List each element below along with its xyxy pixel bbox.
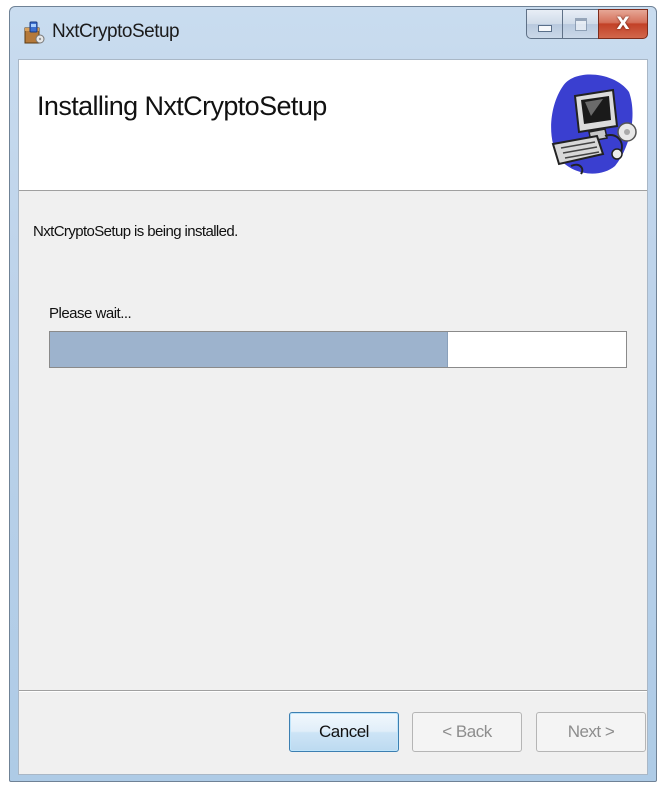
install-progress-bar [49, 331, 627, 368]
please-wait-label: Please wait... [49, 305, 132, 322]
minimize-icon [537, 24, 552, 32]
dialog-client-area: Installing NxtCryptoSetup NxtCryptoSetup… [18, 59, 648, 775]
maximize-icon [574, 17, 587, 31]
next-button[interactable]: Next > [536, 712, 646, 752]
caption-buttons: X [526, 9, 648, 39]
computer-setup-graphic [545, 66, 637, 178]
close-icon: X [616, 14, 630, 34]
cancel-button[interactable]: Cancel [289, 712, 399, 752]
close-button[interactable]: X [598, 9, 648, 39]
maximize-button[interactable] [562, 9, 598, 39]
minimize-button[interactable] [526, 9, 562, 39]
window-title: NxtCryptoSetup [52, 21, 180, 42]
install-status-text: NxtCryptoSetup is being installed. [33, 223, 238, 240]
installer-window: NxtCryptoSetup X Installing NxtCryptoSet… [9, 6, 657, 782]
back-button[interactable]: < Back [412, 712, 522, 752]
title-bar[interactable]: NxtCryptoSetup X [10, 7, 656, 59]
page-title: Installing NxtCryptoSetup [37, 91, 327, 121]
progress-fill [50, 332, 449, 367]
header-banner: Installing NxtCryptoSetup [19, 60, 647, 191]
footer-divider [19, 690, 647, 692]
installer-box-icon [22, 19, 46, 45]
